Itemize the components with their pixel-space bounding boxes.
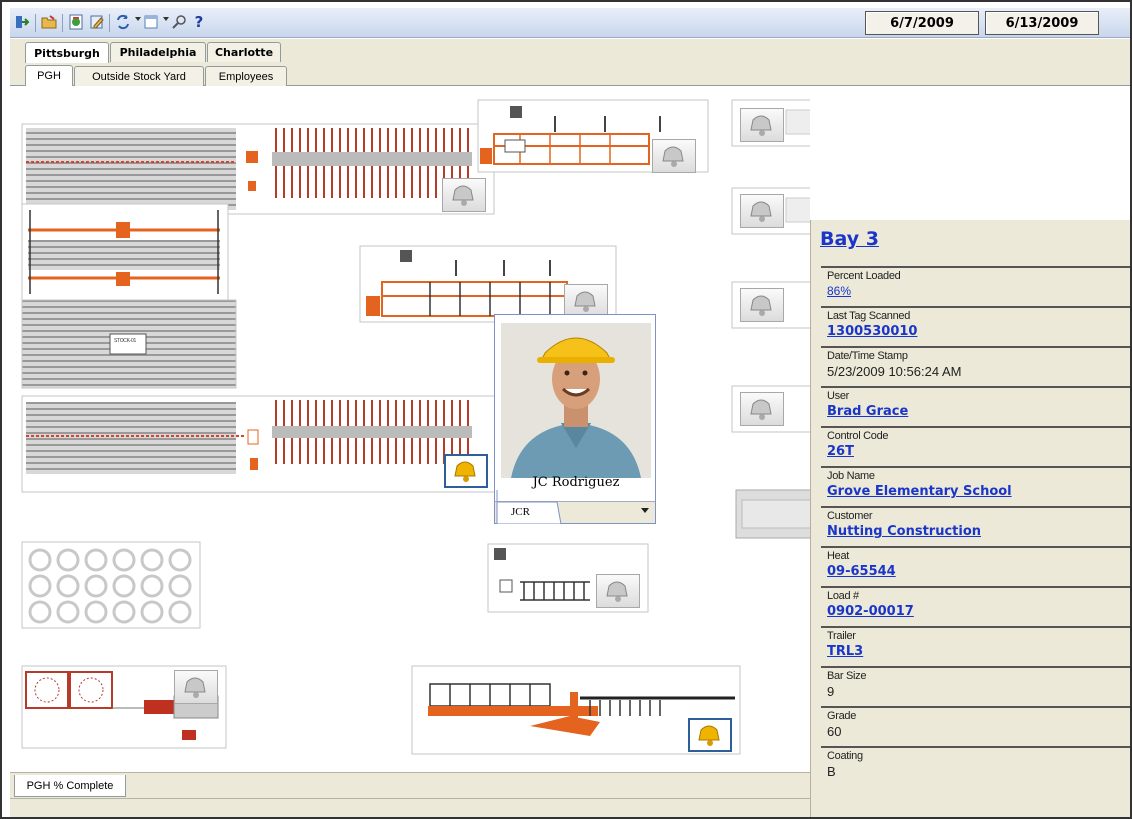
plant-floor-canvas: STOCK-01	[10, 86, 983, 776]
bell-active-icon[interactable]	[444, 454, 488, 488]
machine-block-10[interactable]	[735, 489, 817, 539]
status-bar	[10, 798, 810, 817]
field-label: User	[827, 390, 850, 402]
field-user: User Brad Grace	[821, 386, 1130, 426]
bell-icon[interactable]	[740, 108, 784, 142]
bell-icon[interactable]	[596, 574, 640, 608]
field-label: Bar Size	[827, 670, 867, 682]
bell-icon[interactable]	[740, 194, 784, 228]
stock-rack[interactable]	[21, 299, 237, 389]
tab-charlotte[interactable]: Charlotte	[207, 42, 281, 62]
field-label: Control Code	[827, 430, 889, 442]
toolbar: ? 6/7/2009 6/13/2009	[10, 8, 1130, 38]
field-bar-size: Bar Size 9	[821, 666, 1130, 706]
field-label: Customer	[827, 510, 873, 522]
field-control-code: Control Code 26T	[821, 426, 1130, 466]
field-heat: Heat 09-65544	[821, 546, 1130, 586]
tab-pgh-complete[interactable]: PGH % Complete	[14, 775, 126, 797]
field-grade: Grade 60	[821, 706, 1130, 746]
detail-title[interactable]: Bay 3	[820, 228, 879, 250]
field-job-name: Job Name Grove Elementary School	[821, 466, 1130, 506]
employee-card-footer: JCR	[495, 490, 655, 524]
bell-icon[interactable]	[740, 288, 784, 322]
tab-pgh[interactable]: PGH	[25, 65, 73, 86]
exit-icon[interactable]	[13, 13, 31, 31]
location-tabstrip: Pittsburgh Philadelphia Charlotte	[10, 39, 1130, 63]
report-icon[interactable]	[67, 13, 85, 31]
last-tag-link[interactable]: 1300530010	[827, 324, 917, 339]
stock-label: STOCK-01	[114, 338, 136, 344]
app-window: ? 6/7/2009 6/13/2009 Pittsburgh Philadel…	[0, 0, 1132, 819]
tab-philadelphia[interactable]: Philadelphia	[110, 42, 206, 62]
tab-employees[interactable]: Employees	[205, 66, 287, 86]
field-percent-loaded: Percent Loaded 86%	[821, 266, 1130, 306]
bell-icon[interactable]	[174, 670, 218, 704]
end-date-field[interactable]: 6/13/2009	[985, 11, 1099, 35]
grade-value: 60	[827, 724, 842, 739]
detail-panel: Bay 3 Percent Loaded 86% Last Tag Scanned…	[810, 220, 1130, 817]
field-datetime: Date/Time Stamp 5/23/2009 10:56:24 AM	[821, 346, 1130, 386]
employee-card[interactable]: JC Rodriguez JCR	[494, 314, 656, 524]
start-date-field[interactable]: 6/7/2009	[865, 11, 979, 35]
field-label: Grade	[827, 710, 857, 722]
employee-photo	[501, 323, 651, 478]
area-tabstrip: PGH Outside Stock Yard Employees	[10, 63, 1130, 86]
bell-icon[interactable]	[442, 178, 486, 212]
edit-icon[interactable]	[88, 13, 106, 31]
machine-line-1[interactable]	[21, 123, 495, 215]
field-label: Trailer	[827, 630, 856, 642]
field-coating: Coating B	[821, 746, 1130, 786]
search-icon[interactable]	[170, 13, 188, 31]
control-code-link[interactable]: 26T	[827, 444, 854, 459]
view-icon[interactable]	[142, 13, 160, 31]
bell-icon[interactable]	[652, 139, 696, 173]
percent-loaded-link[interactable]: 86%	[827, 284, 851, 298]
tab-outside-stock-yard[interactable]: Outside Stock Yard	[74, 66, 204, 86]
field-load: Load # 0902-00017	[821, 586, 1130, 626]
machine-shear-5[interactable]	[21, 203, 229, 301]
field-label: Coating	[827, 750, 863, 762]
coating-value: B	[827, 764, 836, 779]
open-folder-icon[interactable]	[40, 13, 58, 31]
bell-icon[interactable]	[740, 392, 784, 426]
field-last-tag: Last Tag Scanned 1300530010	[821, 306, 1130, 346]
plant-schematic	[21, 99, 983, 755]
bottom-tabstrip: PGH % Complete	[10, 772, 810, 798]
job-name-link[interactable]: Grove Elementary School	[827, 484, 1012, 499]
bell-icon[interactable]	[564, 284, 608, 318]
tab-pittsburgh[interactable]: Pittsburgh	[25, 42, 109, 63]
refresh-dropdown-caret[interactable]	[135, 17, 141, 21]
employee-name: JC Rodriguez	[532, 475, 620, 490]
heat-link[interactable]: 09-65544	[827, 564, 896, 579]
view-dropdown-caret[interactable]	[163, 17, 169, 21]
coil-rack[interactable]	[21, 541, 201, 629]
datetime-value: 5/23/2009 10:56:24 AM	[827, 364, 962, 379]
refresh-icon[interactable]	[114, 13, 132, 31]
field-trailer: Trailer TRL3	[821, 626, 1130, 666]
field-label: Job Name	[827, 470, 875, 482]
bell-active-icon[interactable]	[688, 718, 732, 752]
load-link[interactable]: 0902-00017	[827, 604, 914, 619]
trailer-link[interactable]: TRL3	[827, 644, 863, 659]
bar-size-value: 9	[827, 684, 835, 699]
field-label: Percent Loaded	[827, 270, 901, 282]
field-customer: Customer Nutting Construction	[821, 506, 1130, 546]
field-label: Date/Time Stamp	[827, 350, 908, 362]
customer-link[interactable]: Nutting Construction	[827, 524, 981, 539]
card-menu-caret-icon[interactable]	[641, 508, 649, 513]
machine-line-7[interactable]	[21, 395, 503, 493]
employee-initials: JCR	[511, 506, 530, 518]
help-icon[interactable]: ?	[190, 13, 208, 31]
field-label: Heat	[827, 550, 850, 562]
user-link[interactable]: Brad Grace	[827, 404, 908, 419]
field-label: Last Tag Scanned	[827, 310, 911, 322]
field-label: Load #	[827, 590, 859, 602]
